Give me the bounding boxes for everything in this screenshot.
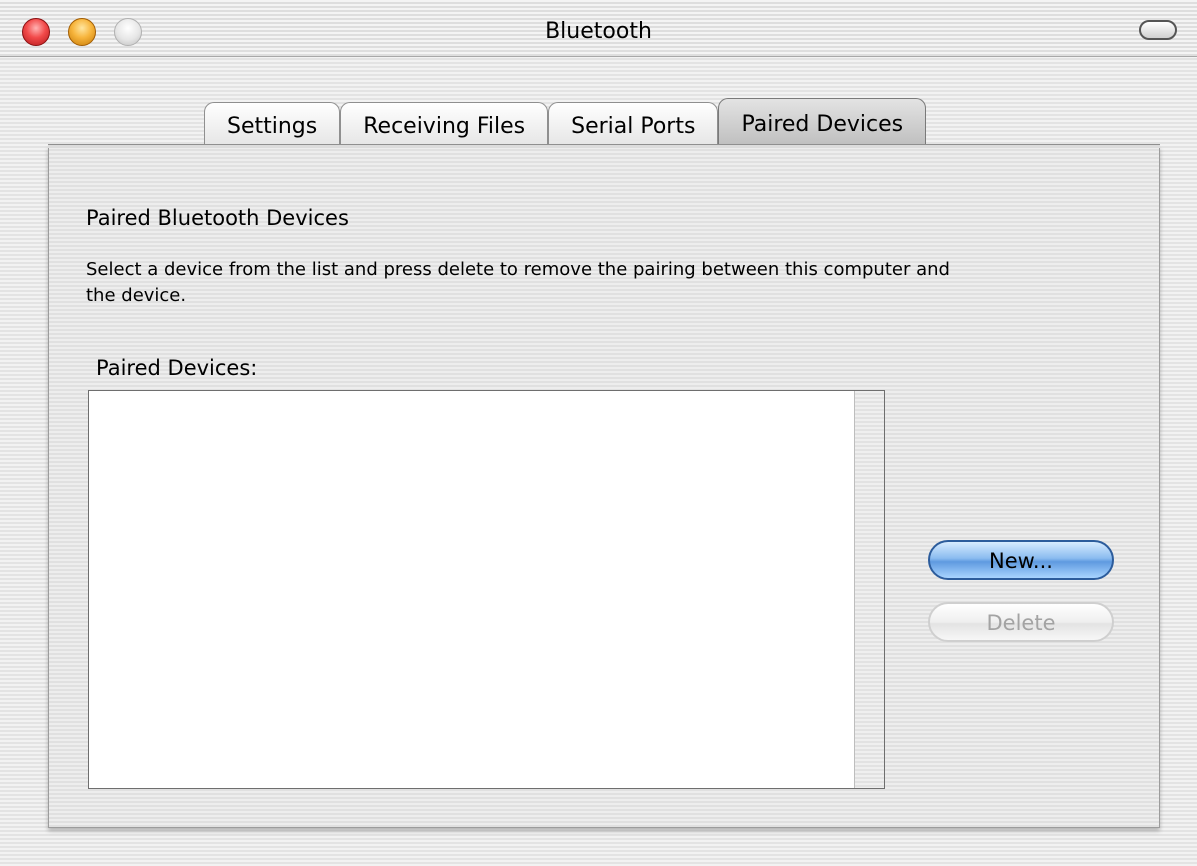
panel-divider [48,144,1160,148]
paired-devices-label: Paired Devices: [96,356,258,380]
tab-serial-ports[interactable]: Serial Ports [548,102,719,148]
device-list-scrollbar[interactable] [854,391,884,788]
section-description: Select a device from the list and press … [86,259,950,306]
toolbar-toggle-button[interactable] [1139,20,1177,40]
tab-bar: Settings Receiving Files Serial Ports Pa… [204,98,927,148]
new-device-button[interactable]: New... [928,540,1114,580]
tab-paired-devices[interactable]: Paired Devices [718,98,927,148]
bluetooth-window: Bluetooth Settings Receiving Files Seria… [0,0,1197,866]
paired-devices-list[interactable] [88,390,885,789]
tab-settings[interactable]: Settings [204,102,341,148]
section-title: Paired Bluetooth Devices [86,206,349,230]
window-title: Bluetooth [545,19,652,44]
tab-receiving-files[interactable]: Receiving Files [340,102,549,148]
delete-device-button: Delete [928,602,1114,642]
title-bar[interactable]: Bluetooth [0,0,1197,57]
